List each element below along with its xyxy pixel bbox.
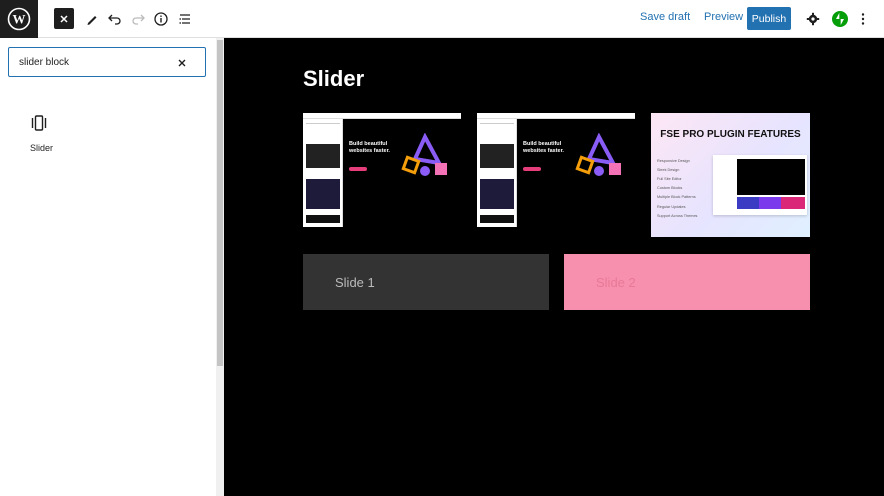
jetpack-icon	[832, 11, 848, 27]
gallery-hero-text: Build beautiful websites faster.	[523, 141, 564, 155]
more-vertical-icon	[861, 13, 865, 25]
features-list: Responsive Design Sleek Design Full Site…	[657, 159, 698, 218]
gallery-image-3[interactable]: FSE PRO PLUGIN FEATURES Responsive Desig…	[651, 113, 810, 237]
block-result-label: Slider	[30, 143, 54, 153]
features-heading: FSE PRO PLUGIN FEATURES	[660, 129, 801, 140]
sidebar-scrollbar[interactable]	[216, 38, 224, 496]
slide-2[interactable]: Slide 2	[564, 254, 810, 310]
undo-button[interactable]	[103, 7, 127, 31]
settings-button[interactable]	[801, 7, 825, 31]
gallery-image-2[interactable]: Build beautiful websites faster.	[477, 113, 635, 227]
clear-search-button[interactable]	[177, 54, 187, 71]
jetpack-button[interactable]	[828, 7, 852, 31]
slide-1[interactable]: Slide 1	[303, 254, 549, 310]
block-result-slider[interactable]: Slider	[20, 110, 64, 158]
close-inserter-button[interactable]	[54, 8, 74, 29]
page-title[interactable]: Slider	[303, 66, 364, 92]
publish-button[interactable]: Publish	[747, 7, 791, 30]
block-inserter-panel: slider block Slider	[0, 38, 224, 496]
close-icon	[60, 14, 68, 23]
options-button[interactable]	[851, 7, 875, 31]
editor-canvas[interactable]: Slider Build beautiful websites faster.	[224, 38, 884, 496]
tools-button[interactable]	[80, 7, 104, 31]
slider-icon	[31, 115, 47, 131]
scrollbar-thumb[interactable]	[217, 40, 223, 366]
gear-icon	[806, 12, 820, 26]
wordpress-logo-button[interactable]: W	[0, 0, 38, 38]
slide-label: Slide 2	[596, 274, 636, 290]
redo-button[interactable]	[126, 7, 150, 31]
pencil-icon	[87, 16, 97, 25]
gallery-image-1[interactable]: Build beautiful websites faster.	[303, 113, 461, 227]
info-icon	[154, 12, 168, 26]
wordpress-icon: W	[7, 7, 31, 31]
undo-icon	[108, 14, 121, 25]
slide-label: Slide 1	[335, 274, 375, 290]
list-view-button[interactable]	[173, 7, 197, 31]
preview-button[interactable]: Preview	[704, 11, 743, 23]
block-search-input[interactable]: slider block	[8, 47, 206, 77]
svg-text:W: W	[13, 12, 26, 27]
editor-header: W Save draft Preview Publish	[0, 0, 884, 38]
gallery-hero-text: Build beautiful websites faster.	[349, 141, 390, 155]
details-button[interactable]	[149, 7, 173, 31]
save-draft-button[interactable]: Save draft	[640, 11, 690, 23]
list-view-icon	[179, 14, 190, 24]
block-search-value: slider block	[19, 57, 70, 68]
redo-icon	[132, 14, 145, 25]
close-icon	[178, 59, 186, 67]
